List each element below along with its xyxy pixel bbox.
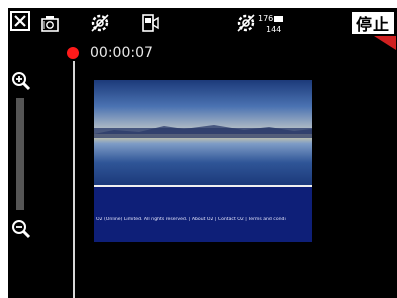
- video-mode-button[interactable]: [138, 12, 162, 34]
- resolution-icon: [274, 16, 283, 22]
- camera-preview: O2 (Online) Limited. All rights reserved…: [94, 80, 312, 242]
- video-camera-icon: [142, 14, 159, 32]
- zoom-out-icon: [12, 220, 31, 239]
- gear-icon: [237, 14, 255, 32]
- divider: [73, 61, 75, 298]
- zoom-out-button[interactable]: [10, 218, 32, 240]
- resolution-settings-button[interactable]: [234, 12, 258, 34]
- zoom-in-button[interactable]: [10, 70, 32, 92]
- close-icon: [14, 15, 26, 27]
- close-button[interactable]: [10, 11, 30, 31]
- camera-button[interactable]: [38, 12, 62, 34]
- camera-icon: [41, 16, 59, 32]
- preview-logo: [288, 148, 298, 158]
- recording-indicator: [67, 47, 79, 59]
- resolution-height: 144: [266, 25, 282, 34]
- zoom-in-icon: [12, 72, 31, 91]
- stop-button-corner: [374, 36, 396, 50]
- preview-mountains: [94, 125, 312, 138]
- elapsed-time: 00:00:07: [90, 45, 153, 61]
- preview-footer-text: O2 (Online) Limited. All rights reserved…: [96, 217, 286, 222]
- preview-footer-band: O2 (Online) Limited. All rights reserved…: [94, 187, 312, 242]
- settings-button[interactable]: [88, 12, 112, 34]
- resolution-indicator[interactable]: 176 144: [258, 14, 284, 36]
- gear-icon: [91, 14, 109, 32]
- camera-toolbar: 176 144: [8, 8, 397, 38]
- resolution-width: 176: [258, 14, 274, 23]
- stop-button[interactable]: 停止: [352, 12, 394, 34]
- camera-screen: 176 144 停止 00:00:07 O2 (Online) Limited.…: [8, 8, 397, 298]
- zoom-slider[interactable]: [16, 98, 24, 210]
